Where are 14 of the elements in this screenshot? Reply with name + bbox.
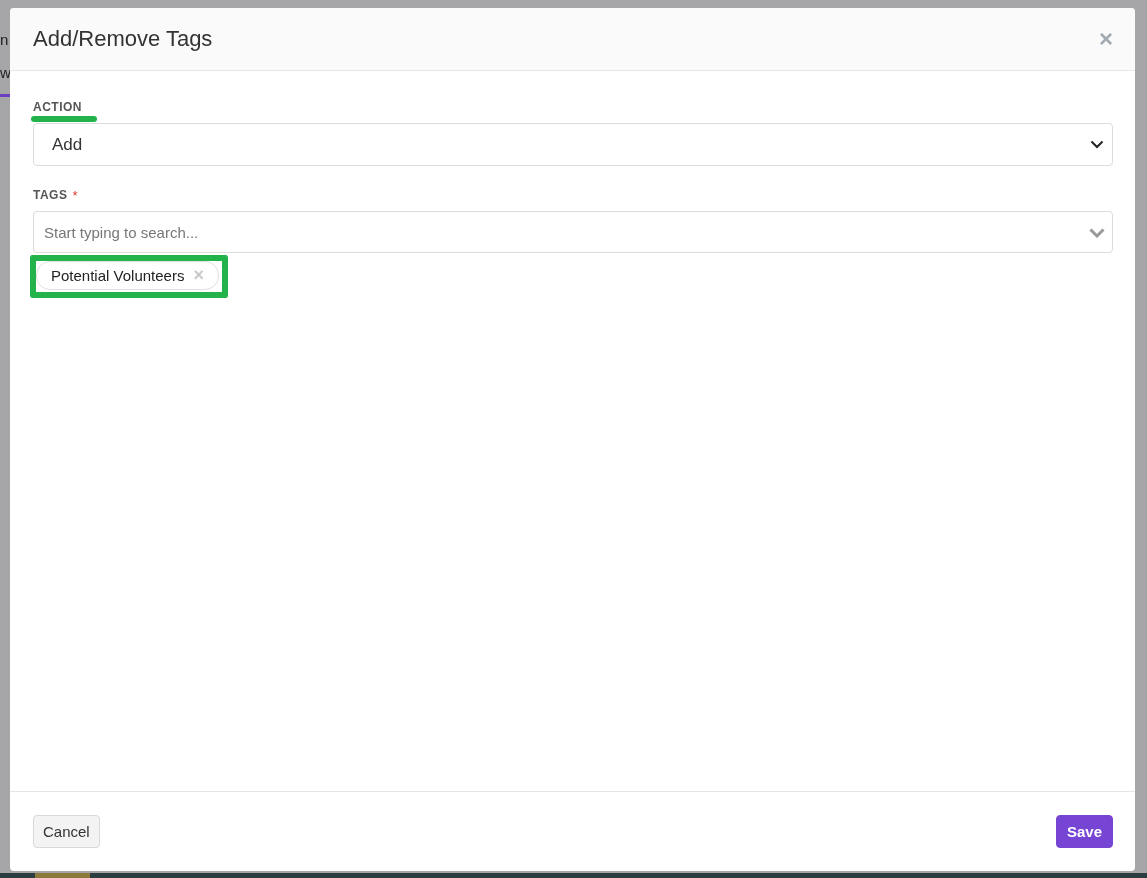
field-label: TAGS [33,188,68,202]
chevron-down-icon [1089,228,1105,238]
dialog-title: Add/Remove Tags [33,26,213,52]
tags-search-field[interactable]: Start typing to search... [33,211,1113,253]
required-mark: * [72,188,78,203]
highlight-underline [31,116,97,122]
action-select[interactable]: Add [33,123,1113,166]
chevron-down-icon [1090,140,1104,149]
cancel-button[interactable]: Cancel [33,815,100,848]
field-label: ACTION [33,100,82,114]
background-label: w [0,64,10,81]
background-text: n [0,31,9,48]
tag-label: Potential Volunteers [51,266,185,284]
save-button[interactable]: Save [1055,815,1113,848]
